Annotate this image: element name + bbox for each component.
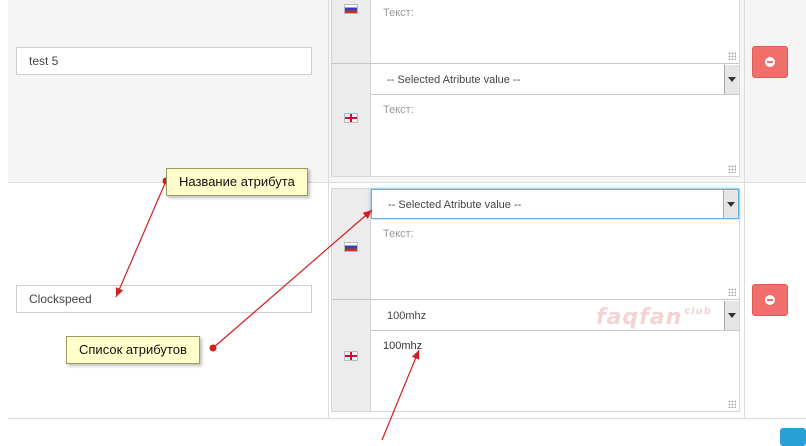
attribute-name-input[interactable]: test 5 xyxy=(16,47,312,75)
attribute-text-field-ru[interactable]: Текст: xyxy=(371,220,739,299)
flag-ru-icon xyxy=(344,242,358,252)
minus-circle-icon xyxy=(765,295,775,305)
attribute-text-field-en[interactable]: 100mhz xyxy=(371,332,739,411)
flag-uk-icon xyxy=(344,351,358,361)
language-column xyxy=(332,189,371,411)
callout-attribute-name: Название атрибута xyxy=(166,168,308,196)
attribute-value-select[interactable]: -- Selected Atribute value -- xyxy=(371,189,739,219)
attribute-values-group: -- Selected Atribute value -- Текст: 100… xyxy=(331,188,740,412)
column-divider xyxy=(744,0,745,182)
textarea-value: 100mhz xyxy=(383,340,423,352)
language-column xyxy=(332,0,371,176)
attribute-values-group: Текст: -- Selected Atribute value -- Тек… xyxy=(331,0,740,177)
textarea-placeholder: Текст: xyxy=(383,7,414,19)
chevron-down-icon[interactable] xyxy=(723,190,738,218)
attribute-name-input[interactable]: Clockspeed xyxy=(16,285,312,313)
attribute-row-3 xyxy=(8,418,806,441)
resize-grip-icon[interactable] xyxy=(728,165,736,173)
add-row-button[interactable] xyxy=(780,428,806,446)
remove-row-button[interactable] xyxy=(752,284,788,316)
flag-ru-icon xyxy=(344,4,358,14)
select-value: -- Selected Atribute value -- xyxy=(387,74,521,86)
chevron-down-icon[interactable] xyxy=(724,301,739,330)
column-divider xyxy=(328,0,329,182)
chevron-down-icon[interactable] xyxy=(724,65,739,94)
textarea-placeholder: Текст: xyxy=(383,228,414,240)
callout-attribute-list: Список атрибутов xyxy=(66,336,200,364)
flag-uk-icon xyxy=(344,113,358,123)
resize-grip-icon[interactable] xyxy=(728,288,736,296)
textarea-placeholder: Текст: xyxy=(383,104,414,116)
column-divider xyxy=(744,183,745,419)
resize-grip-icon[interactable] xyxy=(728,52,736,60)
column-divider xyxy=(328,183,329,419)
attribute-text-field-en[interactable]: Текст: xyxy=(371,96,739,176)
attribute-value-select[interactable]: -- Selected Atribute value -- xyxy=(371,65,739,95)
resize-grip-icon[interactable] xyxy=(728,400,736,408)
remove-row-button[interactable] xyxy=(752,46,788,78)
divider xyxy=(332,299,739,300)
select-value: -- Selected Atribute value -- xyxy=(388,199,522,211)
minus-circle-icon xyxy=(765,57,775,67)
attribute-text-field-ru[interactable]: Текст: xyxy=(371,0,739,63)
select-value: 100mhz xyxy=(387,310,427,322)
divider xyxy=(332,63,739,64)
watermark-logo: faqfan club xyxy=(596,305,712,330)
